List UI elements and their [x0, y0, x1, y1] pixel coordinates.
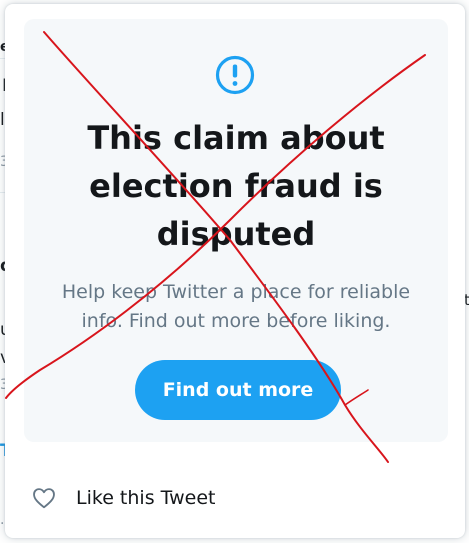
disputed-claim-notice: This claim about election fraud is dispu… — [24, 19, 448, 442]
screenshot-stage: er I la 3l d u v 3l T .1 t This claim ab… — [0, 0, 469, 543]
heart-outline-icon — [33, 488, 55, 509]
find-out-more-button[interactable]: Find out more — [135, 360, 341, 420]
disputed-claim-subtext: Help keep Twitter a place for reliable i… — [61, 281, 411, 332]
like-this-tweet-label: Like this Tweet — [76, 487, 216, 509]
alert-circle-icon — [215, 55, 255, 95]
disputed-claim-headline: This claim about election fraud is dispu… — [87, 119, 385, 253]
like-warning-popover: This claim about election fraud is dispu… — [5, 4, 465, 538]
like-this-tweet-option[interactable]: Like this Tweet — [31, 480, 291, 516]
